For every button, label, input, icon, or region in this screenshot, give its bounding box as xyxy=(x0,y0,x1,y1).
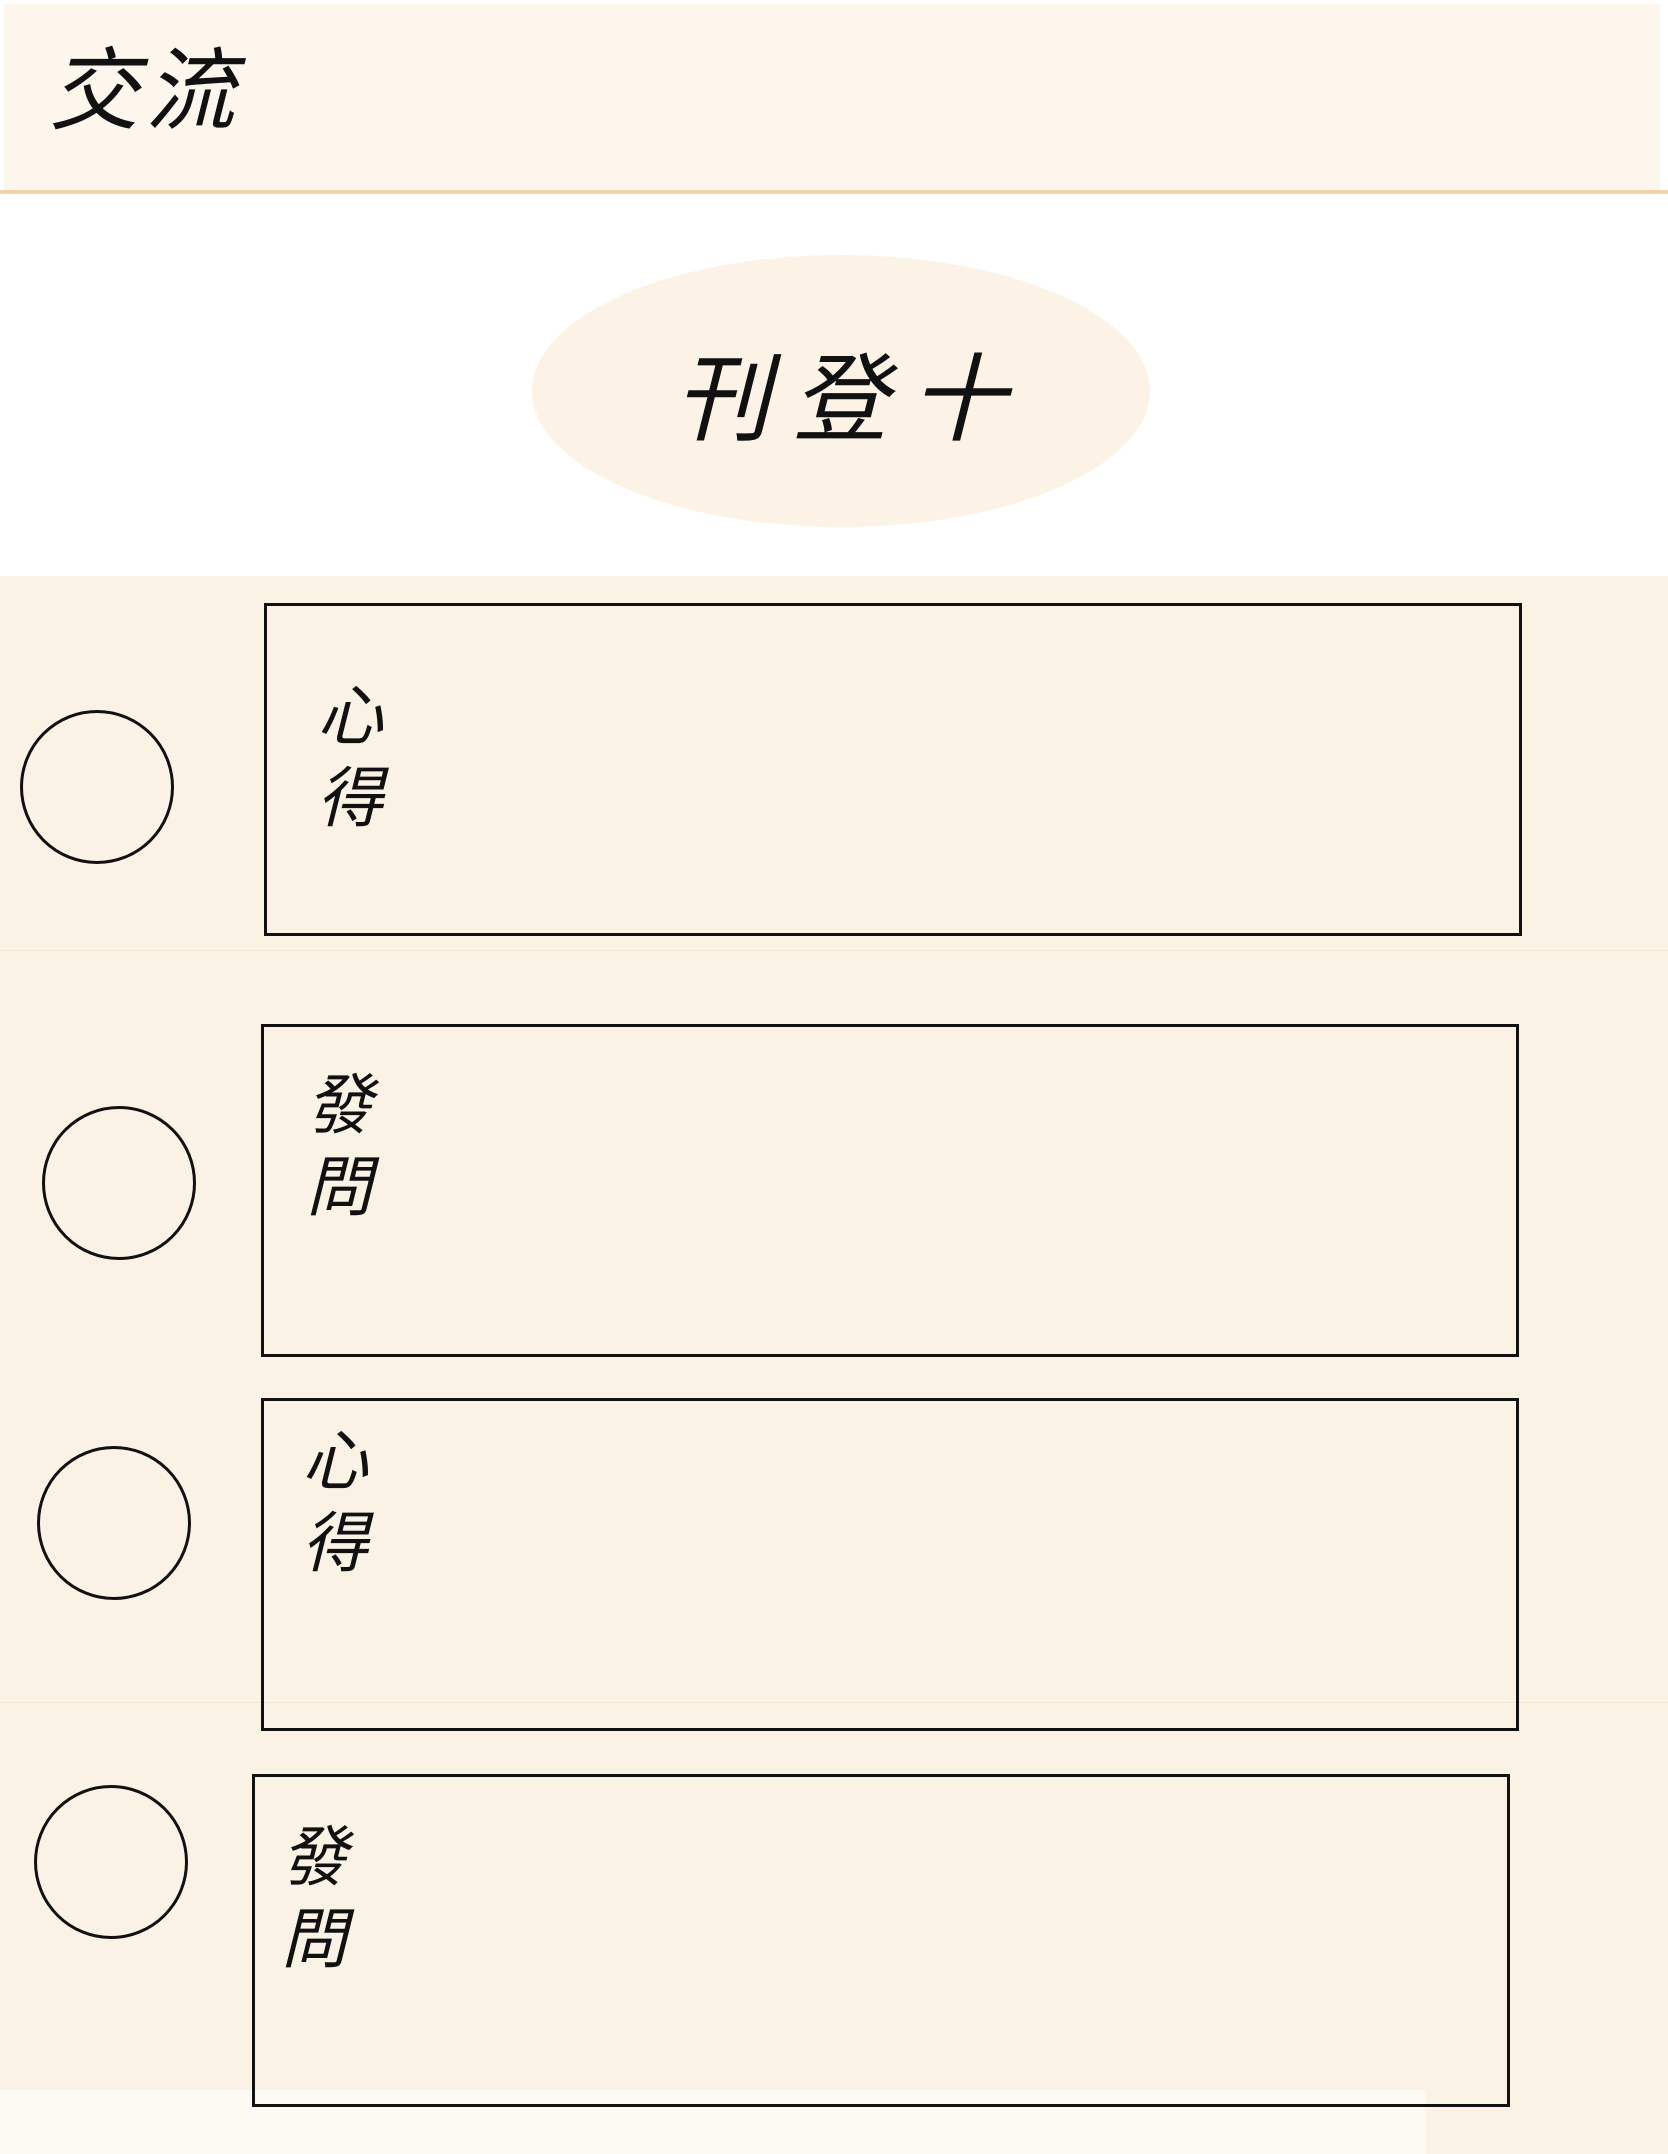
post-card[interactable]: 心得 xyxy=(264,603,1522,936)
avatar[interactable] xyxy=(37,1446,191,1600)
post-button[interactable]: 刊登十 xyxy=(532,255,1150,527)
avatar[interactable] xyxy=(42,1106,196,1260)
post-tag: 發問 xyxy=(306,1067,372,1226)
post-card[interactable]: 發問 xyxy=(252,1774,1510,2107)
header-bar: 交流 xyxy=(4,4,1660,190)
post-card[interactable]: 心得 xyxy=(261,1398,1519,1731)
exchange-page: 交流 刊登十 心得 發問 心得 發問 xyxy=(0,0,1668,2154)
post-tag: 心得 xyxy=(302,1423,368,1582)
post-card[interactable]: 發問 xyxy=(261,1024,1519,1357)
page-title: 交流 xyxy=(49,39,241,144)
post-button-label: 刊登十 xyxy=(674,343,1028,456)
post-tag: 心得 xyxy=(317,678,383,837)
avatar[interactable] xyxy=(34,1785,188,1939)
feed-divider xyxy=(0,950,1668,951)
post-tag: 發問 xyxy=(281,1819,347,1978)
header-divider xyxy=(0,190,1668,194)
avatar[interactable] xyxy=(20,710,174,864)
